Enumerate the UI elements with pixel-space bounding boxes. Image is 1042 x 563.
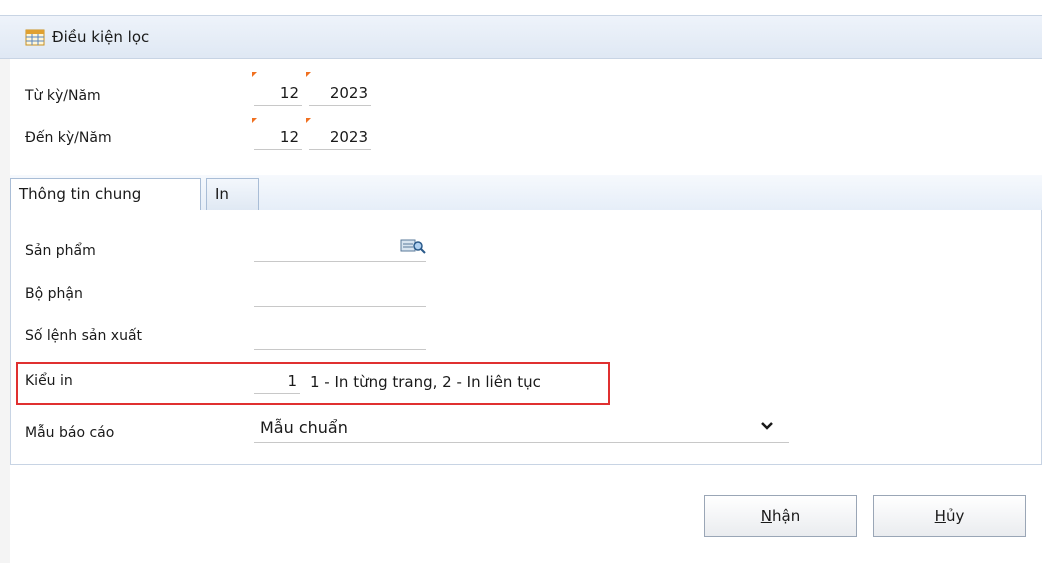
production-order-input[interactable] [254, 326, 426, 350]
from-year-input[interactable]: 2023 [309, 82, 371, 106]
required-marker [252, 72, 257, 77]
dialog-title-bar: Điều kiện lọc [0, 15, 1042, 59]
required-marker [306, 72, 311, 77]
cancel-button[interactable]: Hủy [873, 495, 1026, 537]
from-period-input[interactable]: 12 [254, 82, 302, 106]
lookup-search-icon[interactable] [400, 238, 426, 258]
product-label: Sản phẩm [25, 243, 96, 259]
report-template-value: Mẫu chuẩn [260, 418, 348, 437]
calendar-grid-icon [25, 28, 45, 46]
ok-label: hận [772, 507, 801, 525]
department-input[interactable] [254, 283, 426, 307]
filter-dialog: Điều kiện lọc Từ kỳ/Năm 12 2023 Đến kỳ/N… [0, 0, 1042, 563]
required-marker [306, 118, 311, 123]
report-template-label: Mẫu báo cáo [25, 425, 115, 441]
print-type-label: Kiểu in [25, 373, 73, 389]
to-year-input[interactable]: 2023 [309, 126, 371, 150]
to-period-label: Đến kỳ/Năm [25, 130, 112, 146]
print-type-input[interactable]: 1 [254, 370, 300, 394]
chevron-down-icon[interactable] [760, 420, 774, 436]
left-gutter [0, 59, 10, 563]
to-period-input[interactable]: 12 [254, 126, 302, 150]
from-period-label: Từ kỳ/Năm [25, 88, 101, 104]
tab-strip: Thông tin chung In [10, 175, 1042, 212]
ok-access-key: N [760, 507, 772, 525]
cancel-access-key: H [934, 507, 946, 525]
required-marker [252, 118, 257, 123]
dialog-title: Điều kiện lọc [52, 28, 150, 46]
production-order-label: Số lệnh sản xuất [25, 328, 143, 344]
department-label: Bộ phận [25, 286, 83, 302]
print-type-hint: 1 - In từng trang, 2 - In liên tục [310, 373, 541, 391]
cancel-label: ủy [945, 507, 965, 525]
tab-print[interactable]: In [206, 178, 259, 211]
ok-button[interactable]: Nhận [704, 495, 857, 537]
tab-general-info[interactable]: Thông tin chung [10, 178, 201, 212]
